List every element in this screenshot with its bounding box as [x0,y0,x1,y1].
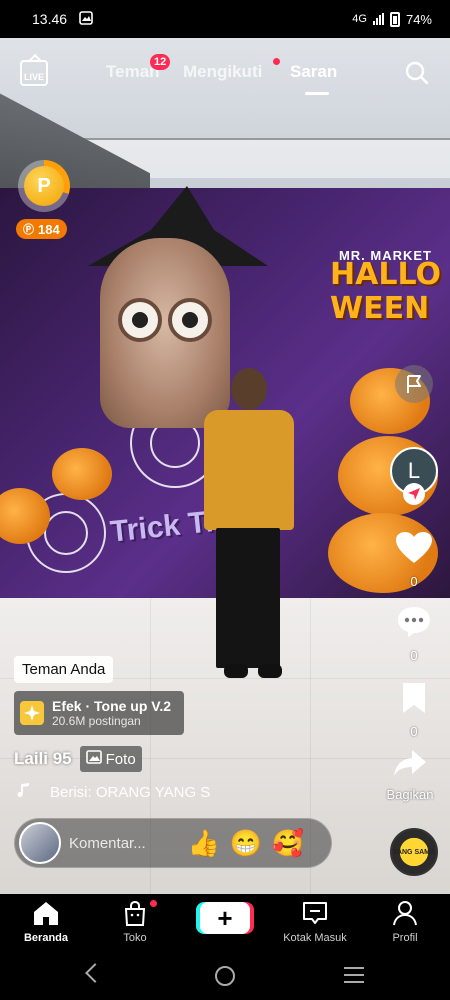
photo-badge-label: Foto [105,750,136,768]
emoji-grin[interactable]: 😁 [229,826,263,860]
tab-label-profil: Profil [392,932,418,944]
mengikuti-dot [273,58,280,65]
tab-profil[interactable]: Profil [365,900,445,944]
sparkle-icon [20,701,44,725]
profile-icon [391,900,419,929]
coin-reward-button[interactable]: P [18,160,70,212]
like-item: 0 [378,531,450,589]
plus-icon: + [217,902,233,933]
create-button[interactable]: + [200,902,250,934]
report-flag-icon[interactable] [395,365,433,403]
live-label: LIVE [23,72,44,82]
music-title: Berisi: ORANG YANG S [50,783,211,801]
screen: 13.46 4G 74% MR. MARKET HALLO WEEN Trick… [0,0,450,1000]
person [204,368,294,698]
pumpkin [52,448,112,500]
effect-post-count: 20.6M postingan [52,714,141,728]
top-nav: LIVE Teman 12 Mengikuti Saran [0,52,450,95]
coin-icon: P [24,166,64,206]
sound-disc-label: YANG SAMA [392,848,436,856]
music-note-icon [16,782,32,802]
status-time: 13.46 [32,11,68,27]
tab-kotak-masuk[interactable]: Kotak Masuk [275,900,355,944]
system-nav-bar [0,952,450,1000]
owl-eye [168,298,212,342]
report-item [378,365,450,403]
user-avatar [19,822,61,864]
tab-label-kotak-masuk: Kotak Masuk [283,932,347,944]
coin-small-icon: Ⓟ [23,224,34,236]
tab-label-beranda: Beranda [23,932,69,944]
coin-balance[interactable]: Ⓟ 184 [16,219,67,239]
spider-web [44,511,88,555]
author-name[interactable]: Laili 95 [14,749,72,769]
comment-input[interactable]: Komentar... [69,835,179,852]
share-arrow-icon [392,748,428,783]
comment-count: 0 [410,648,418,663]
share-label: Bagikan [386,787,434,802]
bookmark-icon[interactable] [400,681,428,720]
tab-beranda[interactable]: Beranda [6,900,86,944]
tab-mengikuti[interactable]: Mengikuti [183,62,262,82]
music-row[interactable]: Berisi: ORANG YANG S [16,782,230,802]
signal-icon [372,13,384,25]
comment-bar[interactable]: Komentar... 👍 😁 🥰 [14,818,332,868]
tab-label-toko: Toko [123,932,147,944]
friend-tag: Teman Anda [14,656,114,683]
home-icon [32,900,60,929]
person-head [231,368,267,410]
tab-toko[interactable]: Toko [95,900,175,944]
person-shoe [258,664,282,678]
effect-name: Efek · Tone up V.2 [52,698,172,714]
coin-amount: 184 [38,221,60,237]
save-count: 0 [410,724,418,739]
teman-badge: 12 [150,54,171,70]
sound-disc[interactable]: YANG SAMA [390,828,438,876]
owl-eye [118,298,162,342]
heart-icon[interactable] [395,531,433,570]
author-row: Laili 95 Foto [14,746,142,772]
toko-notification-dot [150,900,157,907]
battery-icon [389,11,400,27]
save-item: 0 [378,681,450,739]
person-shirt [204,410,294,530]
recent-apps-icon[interactable] [344,967,364,983]
bottom-tab-bar: Beranda Toko + Kotak Masuk Profil [0,894,450,952]
photo-badge: Foto [79,746,142,772]
home-circle-icon[interactable] [215,966,235,986]
author-avatar-item: L [378,447,450,505]
active-tab-indicator [305,92,329,95]
inbox-icon [301,900,329,929]
emoji-hearts[interactable]: 🥰 [271,826,305,860]
shopping-bag-icon [121,900,149,929]
status-bar: 13.46 4G 74% [0,0,450,38]
tab-saran[interactable]: Saran [290,62,337,82]
effect-chip[interactable]: Efek · Tone up V.2 20.6M postingan [14,691,184,735]
search-icon[interactable] [404,60,430,86]
emoji-thumbs-up[interactable]: 👍 [187,826,221,860]
sign-halloween: HALLO WEEN [330,257,441,326]
network-type: 4G [352,13,367,25]
battery-level: 74% [405,11,432,27]
person-pants [216,528,280,668]
back-icon[interactable] [85,963,105,983]
comment-icon[interactable] [396,605,432,644]
image-icon [85,750,102,768]
share-button[interactable]: Bagikan [382,748,438,802]
like-count: 0 [410,574,418,589]
follow-icon[interactable] [403,483,425,505]
comment-item: 0 [378,605,450,663]
gallery-notification-icon [79,10,93,28]
person-shoe [224,664,248,678]
live-button[interactable]: LIVE [20,60,48,86]
